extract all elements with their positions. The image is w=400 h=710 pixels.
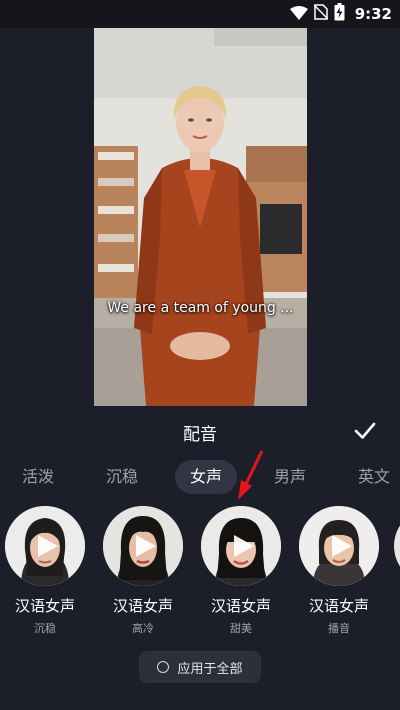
voice-name: 汉语女声 xyxy=(14,597,75,615)
wifi-icon xyxy=(289,5,308,24)
tab-female-voice[interactable]: 女声 xyxy=(175,460,237,494)
voice-avatar xyxy=(103,506,183,586)
voice-name: 汉语女声 xyxy=(112,597,173,615)
apply-to-all-radio[interactable] xyxy=(157,661,170,673)
play-icon xyxy=(234,535,254,557)
category-tabs: 活泼 沉稳 女声 男声 英文 xyxy=(0,460,400,494)
status-bar: 9:32 xyxy=(0,0,400,28)
voice-list: 汉语女声 沉稳 汉语女声 高冷 汉语女声 甜美 汉语女声 播音 xyxy=(0,506,400,636)
voice-avatar xyxy=(299,506,379,586)
play-icon xyxy=(332,535,352,557)
play-icon xyxy=(38,535,58,557)
voice-avatar xyxy=(5,506,85,586)
panel-title: 配音 xyxy=(183,425,217,445)
apply-to-all-button[interactable]: 应用于全部 xyxy=(139,651,261,683)
voice-item[interactable]: 汉语女声 沉稳 xyxy=(3,506,87,636)
voice-style: 播音 xyxy=(328,622,350,635)
voice-name: 汉语女声 xyxy=(210,597,271,615)
app-screen: 9:32 We are a team of young ... 配音 活泼 沉稳… xyxy=(0,0,400,710)
tab-english[interactable]: 英文 xyxy=(346,460,400,494)
battery-charging-icon xyxy=(334,3,345,25)
voice-style: 甜美 xyxy=(230,622,252,635)
voice-style: 沉稳 xyxy=(34,622,56,635)
voice-item[interactable]: 汉语女声 甜美 xyxy=(199,506,283,636)
tab-male-voice[interactable]: 男声 xyxy=(262,460,318,494)
video-preview-area: We are a team of young ... xyxy=(0,28,400,406)
voice-name: 汉语女声 xyxy=(308,597,369,615)
apply-to-all-label: 应用于全部 xyxy=(177,661,243,677)
video-preview[interactable]: We are a team of young ... xyxy=(94,28,307,406)
checkmark-icon xyxy=(354,422,376,439)
presenter-scene-image xyxy=(94,28,307,406)
status-icons: 9:32 xyxy=(289,0,392,28)
play-icon xyxy=(136,535,156,557)
no-sim-icon xyxy=(313,4,329,24)
video-subtitle: We are a team of young ... xyxy=(107,300,294,316)
status-time: 9:32 xyxy=(354,5,392,23)
voice-style: 高冷 xyxy=(132,622,154,635)
voice-item[interactable]: 汉语女声 播音 xyxy=(297,506,381,636)
tab-steady[interactable]: 沉稳 xyxy=(94,460,150,494)
voice-avatar xyxy=(201,506,281,586)
confirm-button[interactable] xyxy=(352,418,378,444)
dubbing-panel: 配音 活泼 沉稳 女声 男声 英文 汉语女声 沉稳 汉语女声 高冷 汉语女声 甜… xyxy=(0,406,400,710)
tab-lively[interactable]: 活泼 xyxy=(10,460,66,494)
voice-item[interactable]: 汉语女声 高冷 xyxy=(101,506,185,636)
